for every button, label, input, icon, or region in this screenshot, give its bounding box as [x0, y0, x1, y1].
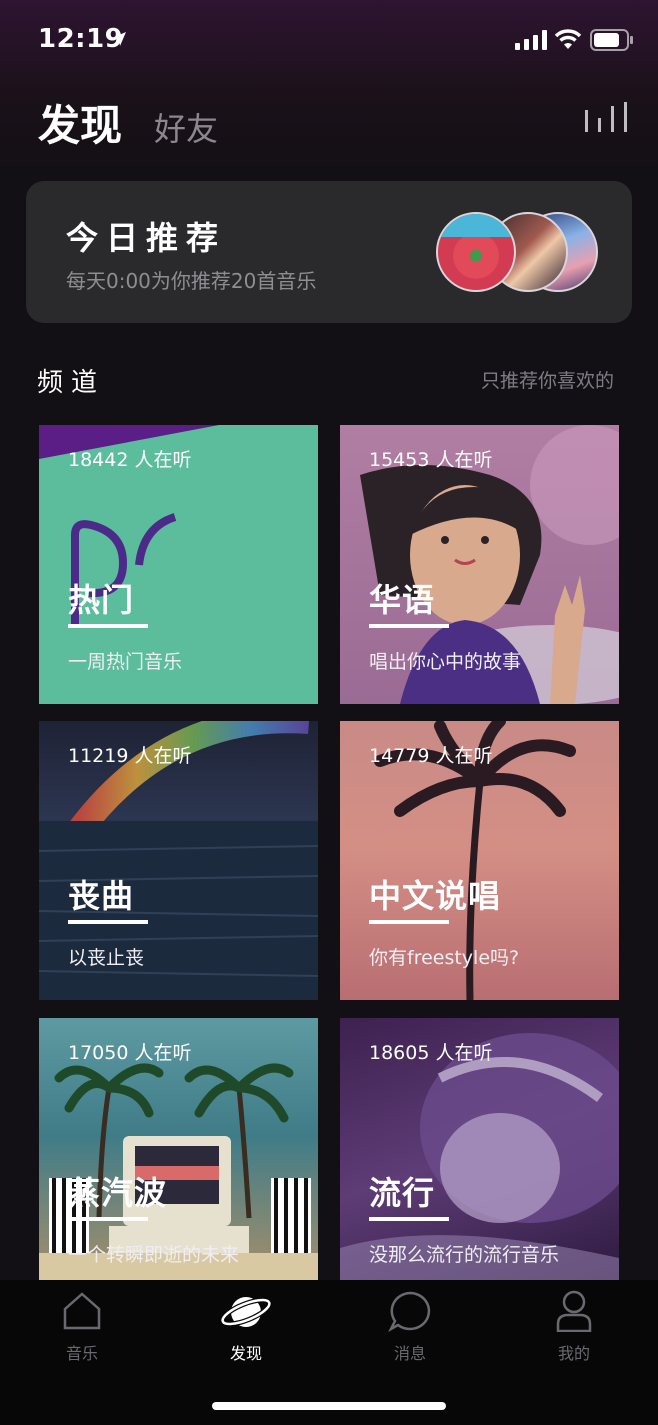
- channel-tile-sad[interactable]: 11219 人在听 丧曲 以丧止丧: [39, 721, 318, 1000]
- channel-name: 蒸汽波: [68, 1174, 168, 1212]
- tab-label: 音乐: [65, 1344, 98, 1363]
- channel-underline: [369, 1217, 449, 1221]
- channel-tile-pop[interactable]: 18605 人在听 流行 没那么流行的流行音乐: [340, 1018, 619, 1280]
- listener-count: 14779 人在听: [369, 745, 493, 767]
- user-icon: [556, 1290, 592, 1332]
- listener-count: 18605 人在听: [369, 1042, 493, 1064]
- tab-label: 消息: [393, 1344, 426, 1363]
- section-title-channels: 频道: [37, 368, 106, 398]
- channel-name: 热门: [68, 581, 135, 619]
- listener-count: 11219 人在听: [68, 745, 192, 767]
- channel-tile-vaporwave[interactable]: 17050 人在听 蒸汽波 一个转瞬即逝的未来: [39, 1018, 318, 1280]
- channel-underline: [369, 624, 449, 628]
- tab-discover[interactable]: 发现: [164, 1280, 328, 1370]
- chat-bubble-icon: [388, 1291, 431, 1332]
- channel-name: 华语: [369, 581, 436, 619]
- signal-icon: [515, 30, 547, 50]
- tab-label: 我的: [557, 1344, 590, 1363]
- listener-count: 18442 人在听: [68, 449, 192, 471]
- tab-label: 发现: [229, 1344, 262, 1363]
- album-cover-1: [436, 212, 516, 292]
- channel-underline: [68, 624, 148, 628]
- home-indicator[interactable]: [212, 1402, 446, 1410]
- channel-desc: 以丧止丧: [68, 947, 145, 969]
- tab-profile[interactable]: 我的: [492, 1280, 656, 1370]
- equalizer-icon[interactable]: [585, 102, 627, 132]
- recommend-title: 今日推荐: [66, 219, 227, 257]
- home-icon: [63, 1292, 101, 1330]
- recommend-subtitle: 每天0:00为你推荐20首音乐: [66, 269, 317, 293]
- tab-messages[interactable]: 消息: [328, 1280, 492, 1370]
- daily-recommend-card[interactable]: 今日推荐 每天0:00为你推荐20首音乐: [26, 181, 632, 323]
- channel-tile-rap[interactable]: 14779 人在听 中文说唱 你有freestyle吗?: [340, 721, 619, 1000]
- location-arrow-icon: [112, 32, 126, 46]
- channel-desc: 没那么流行的流行音乐: [369, 1244, 560, 1266]
- channel-desc: 一个转瞬即逝的未来: [68, 1244, 240, 1266]
- channel-underline: [68, 920, 148, 924]
- planet-icon: [220, 1297, 272, 1327]
- channel-name: 流行: [369, 1174, 436, 1212]
- channel-underline: [369, 920, 449, 924]
- page-title[interactable]: 发现: [38, 92, 122, 153]
- channel-name: 中文说唱: [369, 877, 502, 915]
- channel-desc: 你有freestyle吗?: [369, 947, 520, 969]
- channel-desc: 一周热门音乐: [68, 651, 183, 673]
- wifi-icon: [555, 29, 581, 49]
- listener-count: 17050 人在听: [68, 1042, 192, 1064]
- channel-underline: [68, 1217, 148, 1221]
- section-hint[interactable]: 只推荐你喜欢的: [481, 366, 614, 393]
- battery-icon: [590, 29, 633, 51]
- tab-friends[interactable]: 好友: [154, 104, 218, 150]
- listener-count: 15453 人在听: [369, 449, 493, 471]
- channel-tile-chinese[interactable]: 15453 人在听 华语 唱出你心中的故事: [340, 425, 619, 704]
- channel-tile-hot[interactable]: 18442 人在听 热门 一周热门音乐: [39, 425, 318, 704]
- status-bar: 12:19: [0, 0, 658, 80]
- channel-name: 丧曲: [68, 877, 135, 915]
- channel-desc: 唱出你心中的故事: [369, 651, 522, 673]
- tab-music[interactable]: 音乐: [0, 1280, 164, 1370]
